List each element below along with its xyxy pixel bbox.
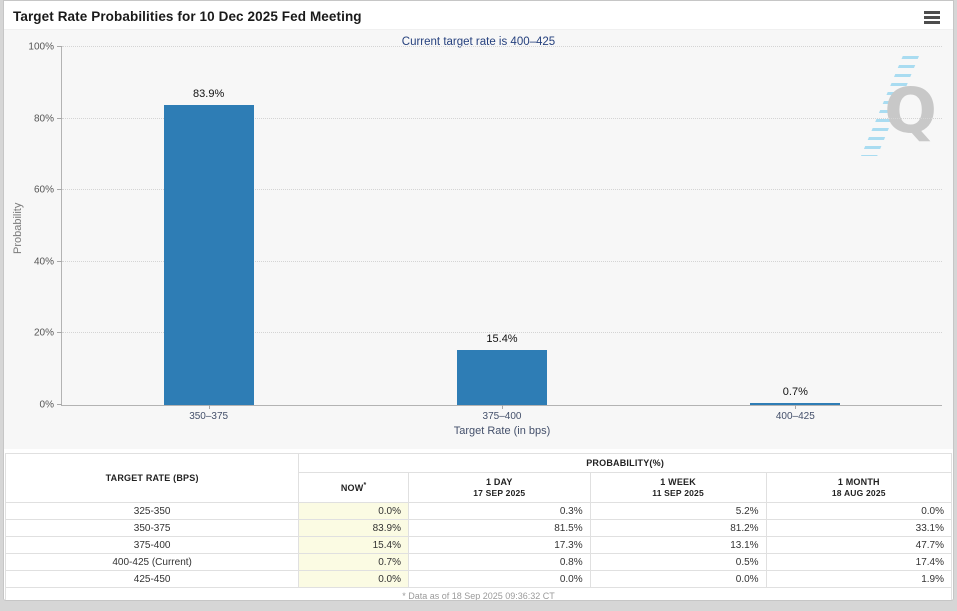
probability-cell: 81.2%: [589, 519, 767, 537]
y-tick-label: 40%: [33, 256, 54, 268]
y-tick-label: 60%: [33, 184, 54, 196]
y-tick-mark: [57, 404, 62, 405]
y-tick-mark: [57, 332, 62, 334]
bar-value-label: 0.7%: [782, 385, 808, 398]
probability-bar[interactable]: [163, 104, 254, 405]
column-header: 1 MONTH 18 AUG 2025: [765, 472, 953, 503]
probability-cell: 0.0%: [407, 570, 591, 588]
probability-cell: 33.1%: [765, 519, 953, 537]
x-tick-label: 375–400: [482, 411, 522, 422]
y-tick-mark: [57, 46, 62, 47]
bar-value-label: 83.9%: [193, 87, 225, 100]
target-rate-header: TARGET RATE (BPS): [4, 453, 300, 503]
probability-cell: 81.5%: [407, 519, 591, 537]
rate-cell: 325-350: [4, 502, 300, 520]
probability-cell: 0.5%: [589, 553, 767, 571]
y-tick-mark: [57, 117, 62, 119]
hamburger-bar: [924, 16, 940, 19]
column-header-date: 11 SEP 2025: [652, 488, 704, 498]
page-title: Target Rate Probabilities for 10 Dec 202…: [13, 9, 362, 24]
probability-cell: 0.0%: [298, 570, 409, 588]
footnote-row: * Data as of 18 Sep 2025 09:36:32 CT: [5, 587, 952, 600]
y-tick-mark: [57, 189, 62, 191]
probability-cell: 0.0%: [589, 570, 767, 588]
rate-cell: 375-400: [4, 536, 300, 554]
x-tick-mark: [795, 405, 797, 409]
table-row: 400-425 (Current) 0.7% 0.8% 0.5% 17.4%: [4, 553, 953, 571]
y-tick-label: 0%: [39, 399, 54, 411]
probability-table: TARGET RATE (BPS) PROBABILITY(%) NOW* 1 DAY…: [4, 453, 953, 600]
y-tick-mark: [57, 260, 62, 262]
probability-cell: 5.2%: [589, 502, 767, 520]
probability-cell: 0.8%: [407, 553, 591, 571]
hamburger-bar: [924, 21, 940, 24]
probability-bar[interactable]: [457, 349, 547, 405]
probability-cell: 0.3%: [407, 502, 591, 520]
x-tick-mark: [208, 405, 210, 409]
rate-cell: 400-425 (Current): [4, 553, 300, 571]
probability-cell: 15.4%: [298, 536, 409, 554]
y-axis-title: Probability: [12, 202, 24, 254]
gridline: [62, 46, 942, 47]
rate-cell: 425-450: [4, 570, 300, 588]
x-axis-title: Target Rate (in bps): [453, 425, 551, 437]
fedwatch-panel: Target Rate Probabilities for 10 Dec 202…: [3, 0, 954, 601]
rate-cell: 350-375: [4, 519, 300, 537]
probability-cell: 17.3%: [407, 536, 591, 554]
probability-cell: 83.9%: [298, 519, 409, 537]
table-row: 425-450 0.0% 0.0% 0.0% 1.9%: [4, 570, 953, 588]
table-row: 325-350 0.0% 0.3% 5.2% 0.0%: [4, 502, 953, 520]
probability-cell: 0.7%: [298, 553, 409, 571]
table-row: 350-375 83.9% 81.5% 81.2% 33.1%: [4, 519, 953, 537]
panel-header: Target Rate Probabilities for 10 Dec 202…: [4, 1, 953, 29]
table-row: 375-400 15.4% 17.3% 13.1% 47.7%: [4, 536, 953, 554]
y-tick-label: 80%: [33, 113, 54, 125]
x-tick-mark: [502, 405, 503, 409]
column-header: 1 WEEK 11 SEP 2025: [589, 472, 767, 503]
table-footnote: * Data as of 18 Sep 2025 09:36:32 CT: [5, 587, 952, 600]
x-tick-label: 400–425: [775, 411, 815, 422]
y-tick-label: 20%: [33, 327, 54, 339]
probability-cell: 0.0%: [298, 502, 409, 520]
probability-cell: 47.7%: [765, 536, 953, 554]
probability-table-wrap: TARGET RATE (BPS) PROBABILITY(%) NOW* 1 DAY…: [4, 449, 953, 600]
table-header-row: TARGET RATE (BPS) PROBABILITY(%): [4, 453, 952, 503]
hamburger-menu-icon[interactable]: [924, 11, 940, 26]
plot-area: Target Rate (in bps) 0% 20% 40% 60% 80% 100% 8…: [28, 42, 942, 437]
probability-cell: 17.4%: [765, 553, 953, 571]
probability-cell: 0.0%: [765, 502, 953, 520]
y-tick-label: 100%: [28, 41, 54, 53]
column-header: 1 DAY 17 SEP 2025: [407, 472, 591, 503]
hamburger-bar: [924, 11, 940, 14]
probability-cell: 13.1%: [589, 536, 767, 554]
x-tick-label: 350–375: [189, 411, 229, 422]
probability-cell: 1.9%: [765, 570, 953, 588]
column-header: NOW*: [298, 472, 409, 503]
probability-chart: Current target rate is 400–425 Q Probabi…: [4, 29, 953, 449]
column-header-date: 18 AUG 2025: [831, 488, 886, 498]
probability-group-header: PROBABILITY(%): [298, 453, 952, 473]
column-header-date: 17 SEP 2025: [473, 488, 526, 498]
bar-value-label: 15.4%: [486, 332, 518, 345]
